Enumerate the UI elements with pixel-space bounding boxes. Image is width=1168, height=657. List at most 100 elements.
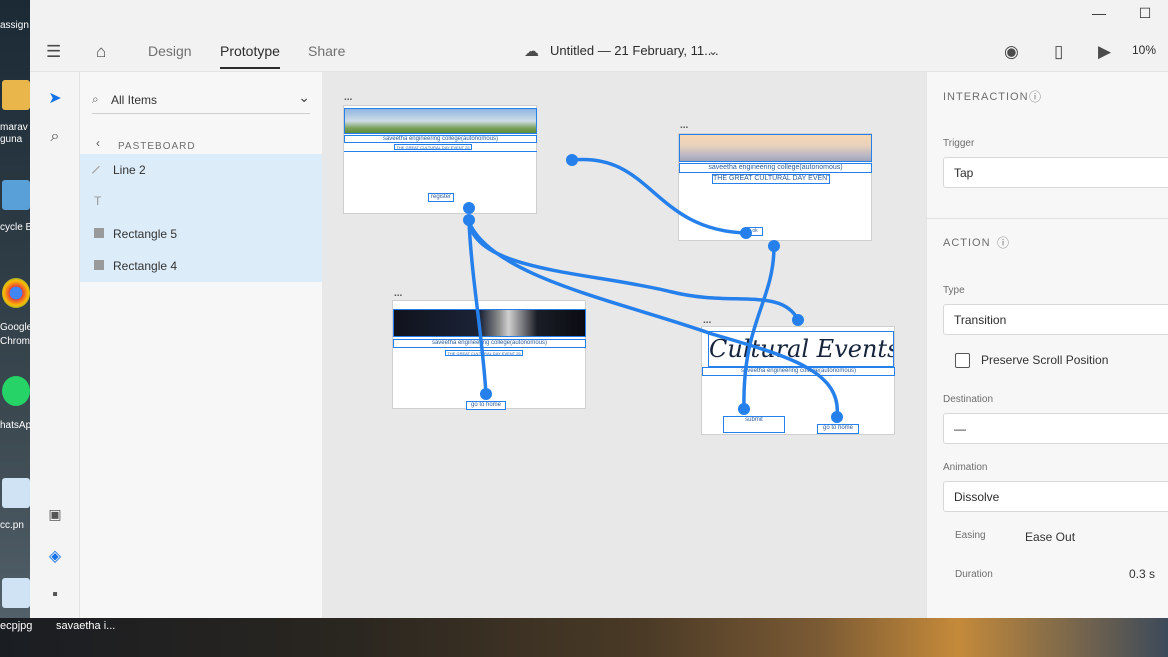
plugins-icon[interactable]: ▪ bbox=[45, 586, 65, 604]
chevron-down-icon[interactable]: ⌄ bbox=[298, 89, 310, 106]
app-bar: ☰ ⌂ Design Prototype Share ☁ Untitled — … bbox=[30, 30, 1168, 72]
easing-dropdown[interactable]: Ease Out bbox=[1025, 530, 1075, 544]
register-button[interactable]: register bbox=[428, 193, 454, 202]
interaction-heading: INTERACTION bbox=[943, 91, 1029, 103]
animation-label: Animation bbox=[943, 462, 988, 473]
cultural-events-logo: Cultural Events bbox=[708, 331, 894, 367]
canvas[interactable]: ... saveetha engineering college(autonom… bbox=[322, 72, 926, 618]
desktop-icons-strip: assign marav guna cycle B Google Chrom h… bbox=[0, 0, 30, 620]
layer-label: Rectangle 5 bbox=[113, 227, 178, 241]
divider bbox=[927, 218, 1168, 219]
layers-panel: ⌕ All Items ⌄ ‹ PASTEBOARD Line 2 T Rect… bbox=[80, 72, 322, 618]
select-tool-icon[interactable]: ➤ bbox=[45, 88, 65, 108]
wire-handle[interactable] bbox=[792, 314, 804, 326]
duration-label: Duration bbox=[955, 569, 993, 580]
line-icon bbox=[91, 165, 107, 181]
event-title-text: THE GREAT CULTURAL DAY EVENT bbox=[712, 174, 830, 184]
preserve-scroll-checkbox[interactable] bbox=[955, 353, 970, 368]
device-preview-icon[interactable]: ▯ bbox=[1054, 42, 1063, 62]
title-bar: — ☐ bbox=[30, 0, 1168, 30]
desktop-label: guna bbox=[0, 134, 23, 145]
college-name-text: saveetha engineering college(autonomous) bbox=[702, 367, 895, 376]
go-to-home-button[interactable]: go to home bbox=[466, 401, 506, 410]
go-to-home-button[interactable]: go to home bbox=[817, 424, 859, 434]
artboard-label[interactable]: ... bbox=[344, 92, 352, 103]
duration-input[interactable]: 0.3 s bbox=[1129, 567, 1155, 581]
trigger-dropdown[interactable]: Tap bbox=[943, 157, 1168, 188]
artboard-label[interactable]: ... bbox=[394, 288, 402, 299]
zoom-tool-icon[interactable]: ⌕ bbox=[45, 128, 65, 146]
wire-handle[interactable] bbox=[566, 154, 578, 166]
event-title-text: THE GREAT CULTURAL DAY EVENT 25 bbox=[394, 144, 472, 150]
artboard[interactable]: saveetha engineering college(autonomous)… bbox=[343, 105, 537, 214]
college-name-text: saveetha engineering college(autonomous) bbox=[393, 339, 586, 348]
layer-item[interactable]: T bbox=[80, 186, 322, 218]
submit-button[interactable]: submit bbox=[723, 416, 785, 433]
home-icon[interactable]: ⌂ bbox=[96, 42, 106, 62]
desktop-label: assign bbox=[0, 20, 29, 31]
image-file-icon[interactable] bbox=[2, 578, 30, 608]
animation-dropdown[interactable]: Dissolve bbox=[943, 481, 1168, 512]
desktop-label: savaetha i... bbox=[56, 620, 116, 632]
artboard[interactable]: saveetha engineering college(autonomous)… bbox=[678, 133, 872, 241]
back-chevron-icon[interactable]: ‹ bbox=[96, 136, 100, 150]
text-icon: T bbox=[94, 194, 102, 208]
type-dropdown[interactable]: Transition bbox=[943, 304, 1168, 335]
destination-label: Destination bbox=[943, 394, 994, 405]
chevron-down-icon[interactable]: ⌄ bbox=[708, 44, 718, 58]
rectangle-icon bbox=[94, 228, 104, 238]
folder-icon[interactable] bbox=[2, 80, 30, 110]
wire-handle[interactable] bbox=[768, 240, 780, 252]
minimize-button[interactable]: — bbox=[1084, 5, 1114, 21]
xd-window: — ☐ ☰ ⌂ Design Prototype Share ☁ Untitle… bbox=[30, 0, 1168, 618]
destination-dropdown[interactable]: — bbox=[943, 413, 1168, 444]
tab-prototype[interactable]: Prototype bbox=[220, 43, 280, 69]
user-add-icon[interactable]: ◉ bbox=[1004, 42, 1019, 62]
ok-button[interactable]: ok bbox=[747, 227, 763, 236]
campus-photo bbox=[344, 108, 537, 134]
info-icon[interactable]: ⓘ bbox=[997, 234, 1009, 251]
search-input[interactable]: All Items bbox=[111, 93, 157, 107]
layer-list: Line 2 T Rectangle 5 Rectangle 4 bbox=[80, 154, 322, 282]
image-file-icon[interactable] bbox=[2, 478, 30, 508]
layer-label: Rectangle 4 bbox=[113, 259, 178, 273]
layer-label: Line 2 bbox=[113, 163, 146, 177]
pasteboard-heading: PASTEBOARD bbox=[118, 141, 196, 152]
layers-search[interactable]: ⌕ All Items ⌄ bbox=[92, 86, 310, 114]
divider-line bbox=[344, 151, 537, 152]
zoom-level[interactable]: 10% bbox=[1132, 43, 1156, 57]
desktop-wallpaper bbox=[0, 618, 1168, 657]
hamburger-menu-icon[interactable]: ☰ bbox=[46, 42, 61, 62]
artboard[interactable]: saveetha engineering college(autonomous)… bbox=[392, 300, 586, 410]
college-name-text: saveetha engineering college(autonomous) bbox=[344, 135, 537, 143]
layer-item[interactable]: Rectangle 5 bbox=[80, 218, 322, 250]
event-photo bbox=[679, 134, 872, 162]
assets-icon[interactable]: ▣ bbox=[45, 506, 65, 523]
recycle-bin-icon[interactable] bbox=[2, 180, 30, 210]
maximize-button[interactable]: ☐ bbox=[1130, 5, 1160, 22]
cloud-icon: ☁ bbox=[524, 43, 539, 60]
info-icon[interactable]: ⓘ bbox=[1029, 88, 1041, 105]
document-title[interactable]: Untitled — 21 February, 11.... bbox=[550, 43, 719, 58]
chrome-icon[interactable] bbox=[2, 278, 30, 308]
type-label: Type bbox=[943, 285, 965, 296]
preserve-scroll-label: Preserve Scroll Position bbox=[981, 353, 1109, 367]
desktop-label: hatsAp bbox=[0, 420, 30, 431]
layer-item[interactable]: Line 2 bbox=[80, 154, 322, 186]
artboard[interactable]: Cultural Events saveetha engineering col… bbox=[701, 326, 895, 435]
tab-design[interactable]: Design bbox=[148, 43, 192, 59]
play-icon[interactable]: ▶ bbox=[1098, 42, 1111, 62]
wire-handle[interactable] bbox=[463, 214, 475, 226]
desktop-label: ecpjpg bbox=[0, 620, 33, 632]
desktop-label: cycle B bbox=[0, 222, 30, 233]
desktop-label: Google bbox=[0, 322, 30, 333]
artboard-label[interactable]: ... bbox=[680, 120, 688, 131]
artboard-label[interactable]: ... bbox=[703, 315, 711, 326]
layers-icon[interactable]: ◈ bbox=[45, 546, 65, 566]
layer-item[interactable]: Rectangle 4 bbox=[80, 250, 322, 282]
trigger-label: Trigger bbox=[943, 138, 975, 149]
whatsapp-icon[interactable] bbox=[2, 376, 30, 406]
desktop-label: marav bbox=[0, 122, 28, 133]
tab-share[interactable]: Share bbox=[308, 43, 345, 59]
dance-photo bbox=[393, 309, 586, 337]
